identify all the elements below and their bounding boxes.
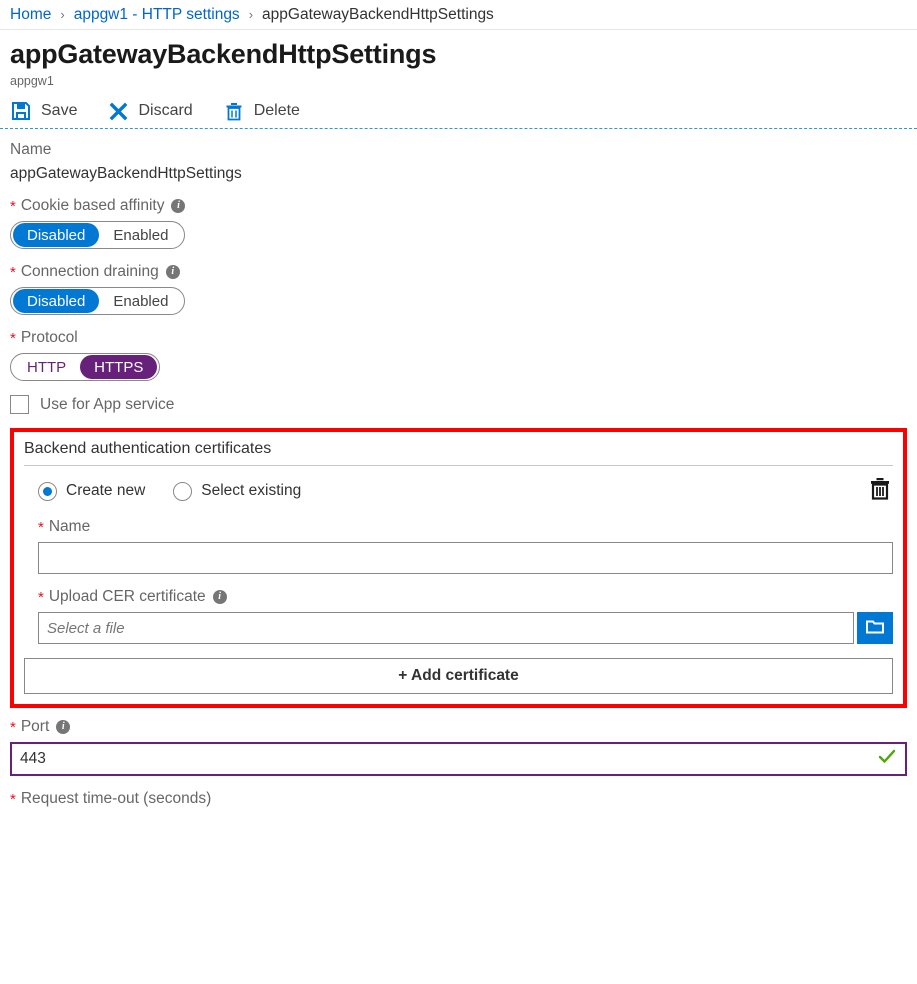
- breadcrumb-separator: ›: [249, 7, 253, 22]
- port-label-text: Port: [21, 718, 49, 736]
- checkbox-box-icon[interactable]: [10, 395, 29, 414]
- protocol-label-text: Protocol: [21, 329, 78, 347]
- field-certificate-name: * Name: [24, 518, 893, 574]
- trash-icon: [223, 100, 245, 122]
- required-asterisk: *: [38, 520, 44, 535]
- radio-button-icon[interactable]: [173, 482, 192, 501]
- field-name: Name appGatewayBackendHttpSettings: [10, 141, 907, 183]
- required-asterisk: *: [10, 199, 16, 214]
- certificate-name-label: * Name: [38, 518, 893, 536]
- required-asterisk: *: [10, 265, 16, 280]
- certificate-name-label-text: Name: [49, 518, 90, 536]
- save-label: Save: [41, 102, 77, 120]
- cookie-affinity-toggle[interactable]: Disabled Enabled: [10, 221, 185, 249]
- radio-select-existing-label: Select existing: [201, 482, 301, 500]
- info-icon[interactable]: i: [166, 265, 180, 279]
- use-app-service-checkbox[interactable]: Use for App service: [10, 395, 907, 414]
- request-timeout-label-text: Request time-out (seconds): [21, 790, 211, 808]
- port-input-wrapper: [10, 742, 907, 776]
- field-protocol: * Protocol HTTP HTTPS: [10, 329, 907, 381]
- breadcrumb-item-http-settings[interactable]: appgw1 - HTTP settings: [74, 6, 240, 24]
- upload-cer-label: * Upload CER certificate i: [38, 588, 893, 606]
- protocol-option-https[interactable]: HTTPS: [80, 355, 157, 379]
- certificate-source-radio-group: Create new Select existing: [24, 478, 893, 504]
- required-asterisk: *: [10, 331, 16, 346]
- protocol-toggle[interactable]: HTTP HTTPS: [10, 353, 160, 381]
- field-upload-cer: * Upload CER certificate i: [24, 588, 893, 644]
- trash-icon: [869, 477, 891, 505]
- field-port: * Port i: [10, 718, 907, 776]
- field-cookie-affinity: * Cookie based affinity i Disabled Enabl…: [10, 197, 907, 249]
- radio-create-new[interactable]: Create new: [38, 482, 145, 501]
- radio-button-icon[interactable]: [38, 482, 57, 501]
- name-value: appGatewayBackendHttpSettings: [10, 165, 907, 183]
- cookie-affinity-option-enabled[interactable]: Enabled: [99, 223, 182, 247]
- info-icon[interactable]: i: [171, 199, 185, 213]
- browse-file-button[interactable]: [857, 612, 893, 644]
- certificate-file-input[interactable]: [38, 612, 854, 644]
- backend-auth-certificates-section: Backend authentication certificates Crea…: [10, 428, 907, 708]
- required-asterisk: *: [10, 792, 16, 807]
- discard-button[interactable]: Discard: [107, 100, 192, 122]
- info-icon[interactable]: i: [56, 720, 70, 734]
- required-asterisk: *: [38, 590, 44, 605]
- discard-label: Discard: [138, 102, 192, 120]
- save-button[interactable]: Save: [10, 100, 77, 122]
- field-use-app-service: Use for App service: [10, 395, 907, 414]
- page-title: appGatewayBackendHttpSettings: [10, 39, 917, 70]
- breadcrumb: Home › appgw1 - HTTP settings › appGatew…: [0, 0, 917, 30]
- connection-draining-label-text: Connection draining: [21, 263, 159, 281]
- close-x-icon: [107, 100, 129, 122]
- port-input[interactable]: [10, 742, 907, 776]
- request-timeout-label: * Request time-out (seconds): [10, 790, 907, 808]
- command-toolbar: Save Discard Delete: [0, 94, 917, 129]
- add-certificate-button[interactable]: + Add certificate: [24, 658, 893, 694]
- radio-select-existing[interactable]: Select existing: [173, 482, 301, 501]
- field-connection-draining: * Connection draining i Disabled Enabled: [10, 263, 907, 315]
- connection-draining-option-enabled[interactable]: Enabled: [99, 289, 182, 313]
- save-icon: [10, 100, 32, 122]
- cookie-affinity-option-disabled[interactable]: Disabled: [13, 223, 99, 247]
- certificate-name-input[interactable]: [38, 542, 893, 574]
- file-picker-row: [38, 612, 893, 644]
- delete-label: Delete: [254, 102, 300, 120]
- required-asterisk: *: [10, 720, 16, 735]
- connection-draining-option-disabled[interactable]: Disabled: [13, 289, 99, 313]
- settings-form: Name appGatewayBackendHttpSettings * Coo…: [0, 129, 917, 808]
- page-header: appGatewayBackendHttpSettings appgw1: [0, 30, 917, 94]
- delete-certificate-button[interactable]: [867, 478, 893, 504]
- protocol-label: * Protocol: [10, 329, 907, 347]
- certificates-section-title: Backend authentication certificates: [24, 440, 893, 466]
- name-label: Name: [10, 141, 907, 159]
- protocol-option-http[interactable]: HTTP: [13, 355, 80, 379]
- port-label: * Port i: [10, 718, 907, 736]
- breadcrumb-separator: ›: [60, 7, 64, 22]
- info-icon[interactable]: i: [213, 590, 227, 604]
- delete-button[interactable]: Delete: [223, 100, 300, 122]
- cookie-affinity-label: * Cookie based affinity i: [10, 197, 907, 215]
- page-subtitle: appgw1: [10, 74, 917, 88]
- cookie-affinity-label-text: Cookie based affinity: [21, 197, 165, 215]
- radio-create-new-label: Create new: [66, 482, 145, 500]
- connection-draining-label: * Connection draining i: [10, 263, 907, 281]
- breadcrumb-item-current: appGatewayBackendHttpSettings: [262, 6, 494, 24]
- use-app-service-label: Use for App service: [40, 396, 174, 414]
- breadcrumb-item-home[interactable]: Home: [10, 6, 51, 24]
- connection-draining-toggle[interactable]: Disabled Enabled: [10, 287, 185, 315]
- folder-icon: [865, 617, 885, 640]
- upload-cer-label-text: Upload CER certificate: [49, 588, 206, 606]
